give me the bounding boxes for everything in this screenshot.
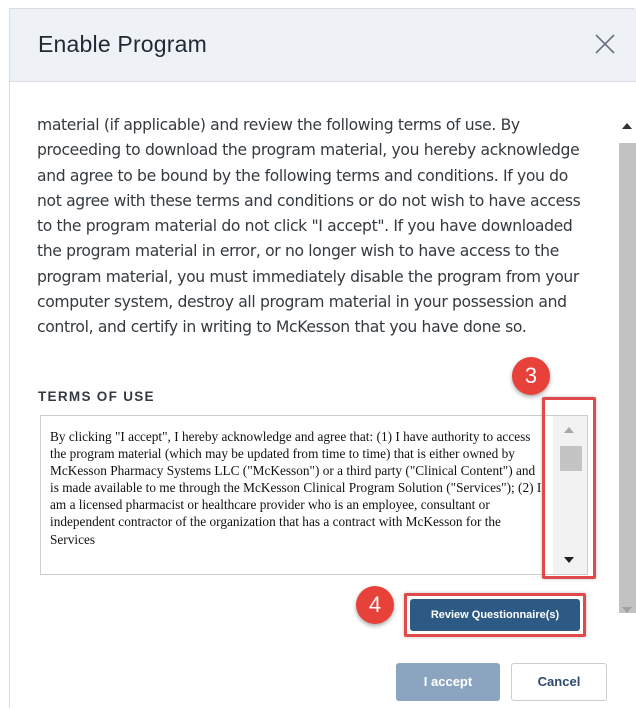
scroll-up-arrow-icon[interactable] xyxy=(622,123,632,129)
dialog-title: Enable Program xyxy=(38,31,207,57)
accept-button[interactable]: I accept xyxy=(396,663,500,701)
scrollbar-highlight-box xyxy=(542,397,596,579)
intro-paragraph: material (if applicable) and review the … xyxy=(37,116,581,337)
terms-textbox[interactable]: By clicking "I accept", I hereby acknowl… xyxy=(40,415,588,575)
terms-text: By clicking "I accept", I hereby acknowl… xyxy=(50,429,542,547)
cancel-button[interactable]: Cancel xyxy=(511,663,607,701)
close-icon[interactable] xyxy=(590,29,620,59)
dialog-header: Enable Program xyxy=(10,9,636,82)
terms-heading: TERMS OF USE xyxy=(38,389,155,404)
dialog-scrollbar[interactable] xyxy=(616,113,636,613)
review-questionnaire-button[interactable]: Review Questionnaire(s) xyxy=(410,599,580,631)
enable-program-dialog: Enable Program material (if applicable) … xyxy=(9,8,636,709)
dialog-body: material (if applicable) and review the … xyxy=(10,83,636,709)
step-badge-3: 3 xyxy=(512,357,550,395)
scroll-down-arrow-icon[interactable] xyxy=(622,607,632,613)
step-badge-4: 4 xyxy=(356,586,394,624)
scrollbar-thumb[interactable] xyxy=(619,143,636,613)
